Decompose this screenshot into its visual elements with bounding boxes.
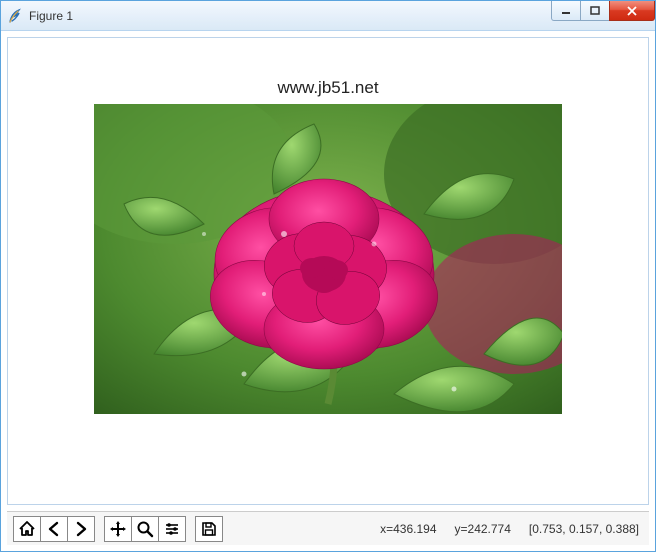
nav-group: [13, 516, 94, 542]
titlebar[interactable]: Figure 1: [1, 1, 655, 31]
save-button[interactable]: [195, 516, 223, 542]
matplotlib-toolbar: x=436.194 y=242.774 [0.753, 0.157, 0.388…: [7, 511, 649, 545]
cursor-x: x=436.194: [380, 522, 436, 536]
save-group: [195, 516, 222, 542]
home-button[interactable]: [13, 516, 41, 542]
cursor-rgb: [0.753, 0.157, 0.388]: [529, 522, 639, 536]
close-button[interactable]: [609, 1, 655, 21]
back-button[interactable]: [40, 516, 68, 542]
forward-button[interactable]: [67, 516, 95, 542]
configure-subplots-button[interactable]: [158, 516, 186, 542]
pan-button[interactable]: [104, 516, 132, 542]
window-title: Figure 1: [29, 9, 73, 23]
figure-window: Figure 1 www.jb51.net: [0, 0, 656, 552]
view-group: [104, 516, 185, 542]
maximize-button[interactable]: [580, 1, 610, 21]
displayed-image[interactable]: [94, 104, 562, 414]
window-control-buttons: [552, 1, 655, 21]
tk-feather-icon: [7, 8, 23, 24]
minimize-button[interactable]: [551, 1, 581, 21]
figure-canvas-area: www.jb51.net: [7, 37, 649, 505]
figure-title: www.jb51.net: [277, 78, 378, 98]
zoom-button[interactable]: [131, 516, 159, 542]
cursor-y: y=242.774: [455, 522, 511, 536]
